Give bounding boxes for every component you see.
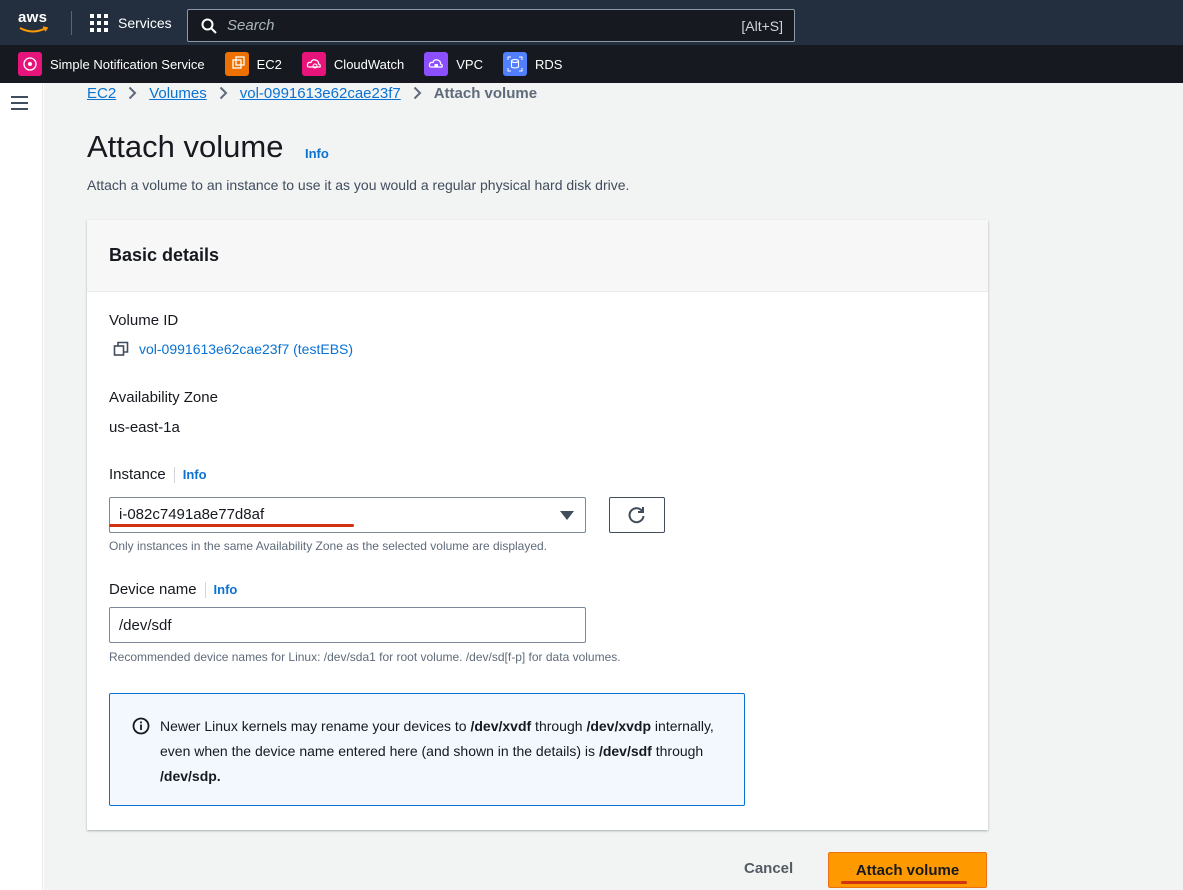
grid-icon [90, 14, 108, 32]
ec2-icon [224, 52, 249, 76]
services-label: Services [118, 15, 172, 31]
title-info-link[interactable]: Info [305, 146, 329, 161]
chevron-right-icon [219, 86, 228, 100]
caret-down-icon [560, 511, 574, 520]
chevron-right-icon [413, 86, 422, 100]
device-label-row: Device name Info [109, 581, 237, 598]
annotation-underline [109, 524, 354, 527]
rds-icon [502, 52, 527, 76]
favorite-cloudwatch[interactable]: CloudWatch [301, 52, 404, 76]
cancel-button[interactable]: Cancel [744, 860, 793, 877]
annotation-underline [841, 881, 967, 884]
volume-id-label: Volume ID [109, 312, 179, 329]
aws-smile-icon [19, 26, 49, 33]
search-shortcut: [Alt+S] [741, 17, 783, 34]
basic-details-card: Basic details Volume ID vol-0991613e62ca… [87, 220, 988, 830]
cloudwatch-icon [301, 52, 326, 76]
breadcrumb: EC2 Volumes vol-0991613e62cae23f7 Attach… [87, 83, 537, 103]
info-alert: Newer Linux kernels may rename your devi… [109, 693, 745, 806]
info-icon [132, 717, 150, 735]
main-content: EC2 Volumes vol-0991613e62cae23f7 Attach… [44, 83, 1183, 890]
vpc-icon [424, 52, 449, 76]
favorite-ec2[interactable]: EC2 [224, 52, 282, 76]
form-actions: Cancel Attach volume [44, 852, 1183, 888]
instance-info-link[interactable]: Info [183, 467, 207, 482]
breadcrumb-current: Attach volume [433, 84, 538, 102]
instance-label-row: Instance Info [109, 466, 207, 483]
info-divider [173, 466, 175, 483]
sns-icon [18, 52, 42, 76]
card-title: Basic details [109, 245, 220, 265]
refresh-button[interactable] [609, 497, 665, 533]
device-name-label: Device name [109, 581, 197, 598]
device-name-input[interactable] [109, 607, 586, 643]
alert-message: Newer Linux kernels may rename your devi… [160, 718, 714, 784]
volume-id-link[interactable]: vol-0991613e62cae23f7 (testEBS) [139, 341, 353, 357]
page-description: Attach a volume to an instance to use it… [87, 177, 630, 193]
instance-select[interactable]: i-082c7491a8e77d8af [109, 497, 586, 533]
instance-label: Instance [109, 466, 166, 483]
availability-zone-value: us-east-1a [109, 419, 180, 436]
info-divider [204, 581, 206, 598]
search-input[interactable] [227, 17, 742, 34]
search-icon [201, 18, 217, 34]
device-hint: Recommended device names for Linux: /dev… [109, 650, 621, 664]
side-rail [0, 83, 43, 890]
chevron-right-icon [128, 86, 137, 100]
breadcrumb-ec2[interactable]: EC2 [87, 85, 116, 102]
favorite-rds[interactable]: RDS [502, 52, 562, 76]
top-navigation: aws Services [Alt+S] [0, 0, 1183, 45]
copy-icon[interactable] [113, 341, 129, 357]
breadcrumb-volumes[interactable]: Volumes [149, 85, 207, 102]
refresh-icon [628, 507, 645, 524]
favorites-bar: Simple Notification Service EC2 CloudWat… [0, 45, 1183, 83]
services-button[interactable]: Services [89, 12, 172, 34]
availability-zone-label: Availability Zone [109, 389, 218, 406]
device-info-link[interactable]: Info [214, 582, 238, 597]
favorite-sns[interactable]: Simple Notification Service [18, 52, 205, 76]
aws-logo[interactable]: aws [18, 9, 52, 35]
favorite-vpc[interactable]: VPC [424, 52, 483, 76]
attach-volume-label: Attach volume [855, 861, 960, 879]
page-title: Attach volume [87, 129, 284, 164]
breadcrumb-volume-id[interactable]: vol-0991613e62cae23f7 [240, 85, 401, 102]
instance-select-value: i-082c7491a8e77d8af [119, 506, 265, 523]
volume-id-row: vol-0991613e62cae23f7 (testEBS) [113, 341, 353, 357]
card-header: Basic details [87, 220, 988, 292]
search-box[interactable]: [Alt+S] [187, 9, 795, 42]
instance-hint: Only instances in the same Availability … [109, 539, 548, 553]
menu-icon[interactable] [11, 96, 28, 110]
nav-divider [71, 11, 72, 35]
